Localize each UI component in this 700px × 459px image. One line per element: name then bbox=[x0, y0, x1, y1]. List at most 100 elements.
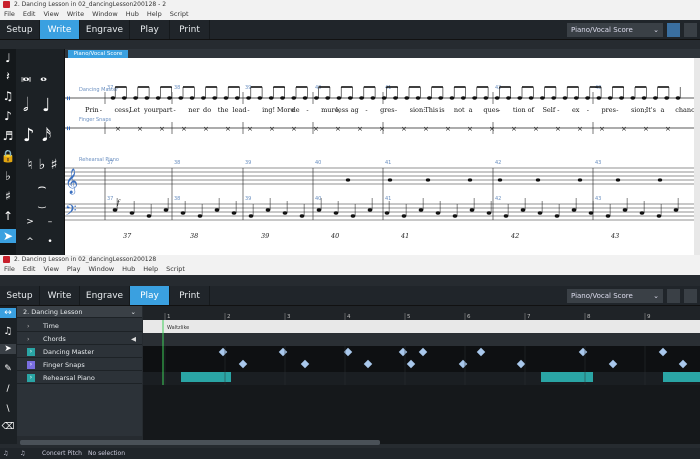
note-icon[interactable]: ♫ bbox=[0, 326, 16, 337]
menu-view[interactable]: View bbox=[43, 264, 58, 275]
menu-help[interactable]: Help bbox=[147, 9, 162, 20]
marcato-icon[interactable]: ^ bbox=[22, 237, 38, 247]
lyric-syllable: - bbox=[498, 106, 500, 114]
bass-note bbox=[469, 208, 475, 212]
menu-play[interactable]: Play bbox=[67, 264, 81, 275]
treble-note bbox=[345, 178, 351, 182]
grace-note-icon[interactable]: ♪ bbox=[0, 109, 16, 123]
line-icon[interactable]: / bbox=[0, 384, 16, 394]
rest-icon[interactable]: 𝄽 bbox=[0, 69, 16, 84]
dorico-app-icon bbox=[3, 1, 10, 8]
chord-input-icon[interactable]: ♫ bbox=[0, 89, 16, 103]
menu-file[interactable]: File bbox=[4, 9, 15, 20]
timeline-horizontal-scrollbar[interactable] bbox=[20, 440, 380, 445]
half-note-icon[interactable]: 𝅗𝅥 bbox=[23, 95, 29, 116]
flow-name-row[interactable]: 2. Dancing Lesson ⌄ bbox=[17, 306, 142, 318]
pencil-icon[interactable]: ✎ bbox=[0, 364, 16, 374]
caret-icon[interactable]: ↑ bbox=[0, 209, 16, 223]
track-rehearsal-piano[interactable]: › Rehearsal Piano bbox=[17, 372, 142, 384]
tenuto-icon[interactable]: – bbox=[42, 217, 58, 227]
draw-icon[interactable]: \ bbox=[0, 404, 16, 414]
mode-play-button[interactable]: Play bbox=[130, 286, 170, 305]
window-layout-icon[interactable] bbox=[684, 23, 697, 37]
eighth-note-icon[interactable]: ♪ bbox=[23, 125, 35, 146]
whole-note-icon[interactable]: 𝅝 bbox=[40, 65, 47, 86]
mode-write-button[interactable]: Write bbox=[40, 286, 80, 305]
mode-engrave-button[interactable]: Engrave bbox=[80, 286, 130, 305]
snap-note: × bbox=[269, 125, 275, 133]
vocal-note bbox=[223, 96, 229, 100]
menu-edit[interactable]: Edit bbox=[23, 9, 36, 20]
sharp-icon[interactable]: ♯ bbox=[46, 157, 62, 173]
menu-script[interactable]: Script bbox=[170, 9, 189, 20]
menu-script[interactable]: Script bbox=[166, 264, 185, 275]
menu-hub[interactable]: Hub bbox=[122, 264, 135, 275]
ruler-number: 7 bbox=[527, 314, 531, 320]
bass-note bbox=[248, 214, 254, 218]
bass-note bbox=[435, 211, 441, 215]
pointer-icon[interactable]: ➤ bbox=[0, 344, 16, 354]
expand-icon[interactable]: › bbox=[27, 374, 35, 382]
concert-pitch-icon[interactable]: ♫ bbox=[20, 448, 25, 459]
track-finger-snaps[interactable]: › Finger Snaps bbox=[17, 359, 142, 371]
expand-icon[interactable]: › bbox=[27, 348, 35, 356]
menu-window[interactable]: Window bbox=[92, 9, 118, 20]
menu-file[interactable]: File bbox=[4, 264, 15, 275]
score-view[interactable]: Piano/Vocal Score Dancing Master Finger S… bbox=[65, 49, 700, 255]
tie-icon[interactable]: ‿ bbox=[22, 199, 62, 209]
select-note-icon[interactable]: ♩ bbox=[0, 51, 16, 65]
play-timeline[interactable]: 1 2 3 4 5 6 7 8 9 Waltzlike bbox=[143, 306, 700, 444]
zoom-icon[interactable]: ↔ bbox=[0, 308, 16, 318]
menu-hub[interactable]: Hub bbox=[126, 9, 139, 20]
mode-setup-button[interactable]: Setup bbox=[0, 286, 40, 305]
menu-help[interactable]: Help bbox=[143, 264, 158, 275]
mixer-icon[interactable] bbox=[667, 289, 680, 303]
accent-icon[interactable]: > bbox=[22, 217, 38, 227]
window-layout-icon[interactable] bbox=[684, 289, 697, 303]
mode-print-button[interactable]: Print bbox=[170, 286, 210, 305]
expand-icon[interactable]: › bbox=[27, 333, 30, 345]
score-vertical-scrollbar[interactable] bbox=[694, 58, 700, 255]
force-duration-icon[interactable]: ♭ bbox=[0, 169, 16, 183]
status-bar-flow-icon[interactable]: ♫ bbox=[3, 448, 8, 459]
quarter-note-icon[interactable]: ♩ bbox=[42, 95, 51, 116]
breve-icon[interactable]: 𝅜 bbox=[21, 65, 31, 86]
vocal-note bbox=[178, 96, 184, 100]
mode-setup-button[interactable]: Setup bbox=[0, 20, 40, 39]
speaker-icon[interactable]: ◀ bbox=[131, 333, 136, 345]
menu-write[interactable]: Write bbox=[67, 9, 84, 20]
bar-number: 37 bbox=[107, 85, 113, 91]
staccato-icon[interactable]: • bbox=[42, 237, 58, 247]
write-menubar: File Edit View Write Window Hub Help Scr… bbox=[0, 9, 700, 20]
vocal-note bbox=[393, 96, 398, 100]
insert-icon[interactable]: ♯ bbox=[0, 189, 16, 203]
menu-window[interactable]: Window bbox=[88, 264, 114, 275]
pointer-icon[interactable]: ➤ bbox=[0, 229, 16, 243]
mode-write-button[interactable]: Write bbox=[40, 20, 80, 39]
mode-print-button[interactable]: Print bbox=[170, 20, 210, 39]
track-chords[interactable]: › Chords ◀ bbox=[17, 333, 142, 345]
tuplet-icon[interactable]: ♬ bbox=[0, 129, 16, 143]
play-tools-strip: ↔ ♫ ➤ ✎ / \ ⌫ bbox=[0, 306, 17, 444]
galley-view-icon[interactable] bbox=[667, 23, 680, 37]
tab-piano-vocal-score[interactable]: Piano/Vocal Score bbox=[68, 50, 128, 58]
lyric-syllable: - bbox=[100, 106, 102, 114]
track-time[interactable]: › Time bbox=[17, 320, 142, 332]
expand-icon[interactable]: › bbox=[27, 361, 35, 369]
track-dancing-master[interactable]: › Dancing Master bbox=[17, 346, 142, 358]
expand-icon[interactable]: › bbox=[27, 320, 30, 332]
concert-pitch-toggle[interactable]: Concert Pitch bbox=[42, 448, 82, 459]
menu-view[interactable]: View bbox=[43, 9, 58, 20]
mode-engrave-button[interactable]: Engrave bbox=[80, 20, 130, 39]
eraser-icon[interactable]: ⌫ bbox=[0, 422, 16, 432]
mode-play-button[interactable]: Play bbox=[130, 20, 170, 39]
lyric-syllable: - bbox=[395, 106, 397, 114]
lyric-syllable: ag bbox=[351, 106, 359, 114]
lock-duration-icon[interactable]: 🔒 bbox=[0, 149, 16, 163]
slur-icon[interactable]: ⌢ bbox=[22, 179, 62, 195]
layout-selector[interactable]: Piano/Vocal Score ⌄ bbox=[567, 289, 663, 303]
layout-selector[interactable]: Piano/Vocal Score ⌄ bbox=[567, 23, 663, 37]
menu-edit[interactable]: Edit bbox=[23, 264, 36, 275]
sixteenth-note-icon[interactable]: 𝅘𝅥𝅯 bbox=[42, 125, 51, 146]
play-window-title: 2. Dancing Lesson in 02_dancingLesson200… bbox=[14, 256, 157, 263]
